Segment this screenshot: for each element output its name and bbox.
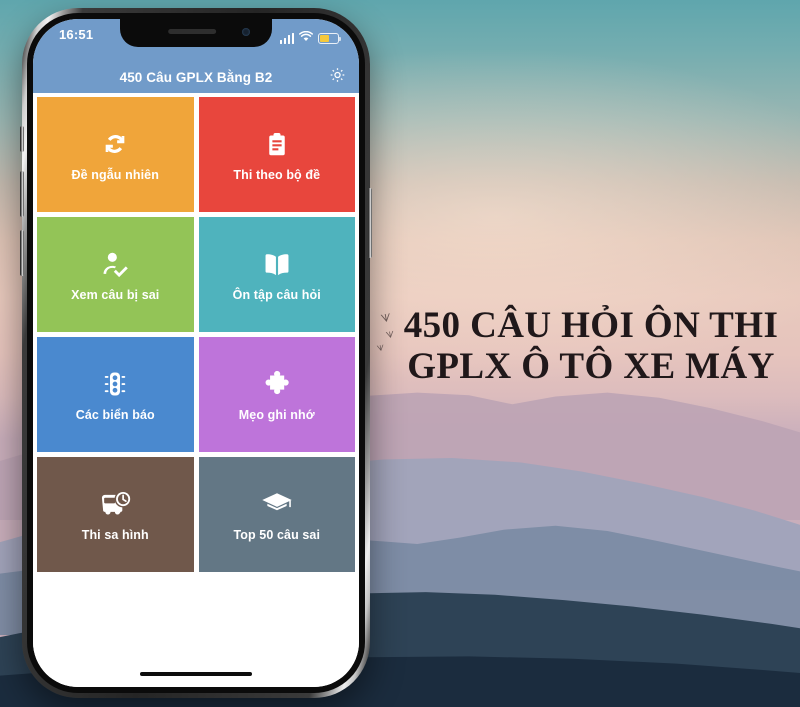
status-bar: 16:51 (33, 19, 359, 61)
status-bar-icons (279, 29, 342, 47)
volume-up-button[interactable] (20, 171, 24, 217)
front-camera-icon (242, 28, 250, 36)
gear-icon (328, 65, 347, 89)
tile-label: Thi sa hình (81, 528, 149, 542)
tile-xem-cau-bi-sai[interactable]: Xem câu bị sai (37, 217, 194, 332)
cellular-bars-icon (279, 32, 294, 44)
wifi-icon (299, 29, 313, 47)
tile-on-tap-cau-hoi[interactable]: Ôn tập câu hỏi (198, 217, 355, 332)
settings-button[interactable] (328, 65, 347, 89)
tile-thi-theo-bo-de[interactable]: Thi theo bộ đề (198, 97, 355, 212)
tile-meo-ghi-nho[interactable]: Mẹo ghi nhớ (198, 337, 355, 452)
bird-silhouette-icon: ᗐ (379, 312, 393, 326)
power-button[interactable] (368, 188, 372, 258)
bird-silhouette-icon: ᗐ (376, 343, 386, 354)
phone-screen: 16:51 450 Câu GPLX Bằng B2 Đề ngẫu nhiên… (33, 19, 359, 687)
page-title: 450 Câu GPLX Bằng B2 (119, 69, 273, 85)
battery-icon (318, 32, 342, 44)
tile-top-50-cau-sai[interactable]: Top 50 câu sai (198, 457, 355, 572)
mute-switch-button[interactable] (20, 126, 24, 152)
person-check-icon (98, 247, 132, 281)
poster-headline: 450 CÂU HỎI ÔN THI GPLX Ô TÔ XE MÁY (396, 305, 786, 388)
open-book-icon (260, 247, 294, 281)
tile-label: Xem câu bị sai (71, 288, 160, 302)
tile-de-ngau-nhien[interactable]: Đề ngẫu nhiên (37, 97, 194, 212)
bird-silhouette-icon: ᗐ (385, 329, 396, 341)
tile-label: Các biển báo (75, 408, 155, 422)
puzzle-piece-icon (260, 367, 294, 401)
status-bar-clock: 16:51 (59, 27, 94, 42)
tile-label: Top 50 câu sai (233, 528, 321, 542)
traffic-light-icon (98, 367, 132, 401)
app-empty-area (33, 572, 359, 661)
earpiece-speaker (168, 29, 217, 34)
volume-down-button[interactable] (20, 230, 24, 276)
tile-label: Mẹo ghi nhớ (238, 408, 315, 422)
tile-label: Ôn tập câu hỏi (232, 288, 321, 302)
app-nav-bar: 450 Câu GPLX Bằng B2 (33, 61, 359, 93)
tile-thi-sa-hinh[interactable]: Thi sa hình (37, 457, 194, 572)
graduation-cap-icon (260, 487, 294, 521)
phone-mockup: 16:51 450 Câu GPLX Bằng B2 Đề ngẫu nhiên… (20, 8, 372, 698)
tile-cac-bien-bao[interactable]: Các biển báo (37, 337, 194, 452)
headline-line-1: 450 CÂU HỎI ÔN THI (403, 305, 779, 346)
clipboard-icon (260, 127, 294, 161)
refresh-sync-icon (98, 127, 132, 161)
display-notch (120, 19, 272, 47)
poster-stage: ᗐ ᗐ ᗐ 450 CÂU HỎI ÔN THI GPLX Ô TÔ XE MÁ… (0, 0, 800, 707)
home-indicator[interactable] (33, 661, 359, 687)
tile-label: Thi theo bộ đề (233, 168, 321, 182)
headline-line-2: GPLX Ô TÔ XE MÁY (407, 346, 775, 388)
menu-grid: Đề ngẫu nhiên Thi theo bộ đề Xem câu bị … (33, 93, 359, 572)
bus-clock-icon (98, 487, 132, 521)
tile-label: Đề ngẫu nhiên (71, 168, 159, 182)
